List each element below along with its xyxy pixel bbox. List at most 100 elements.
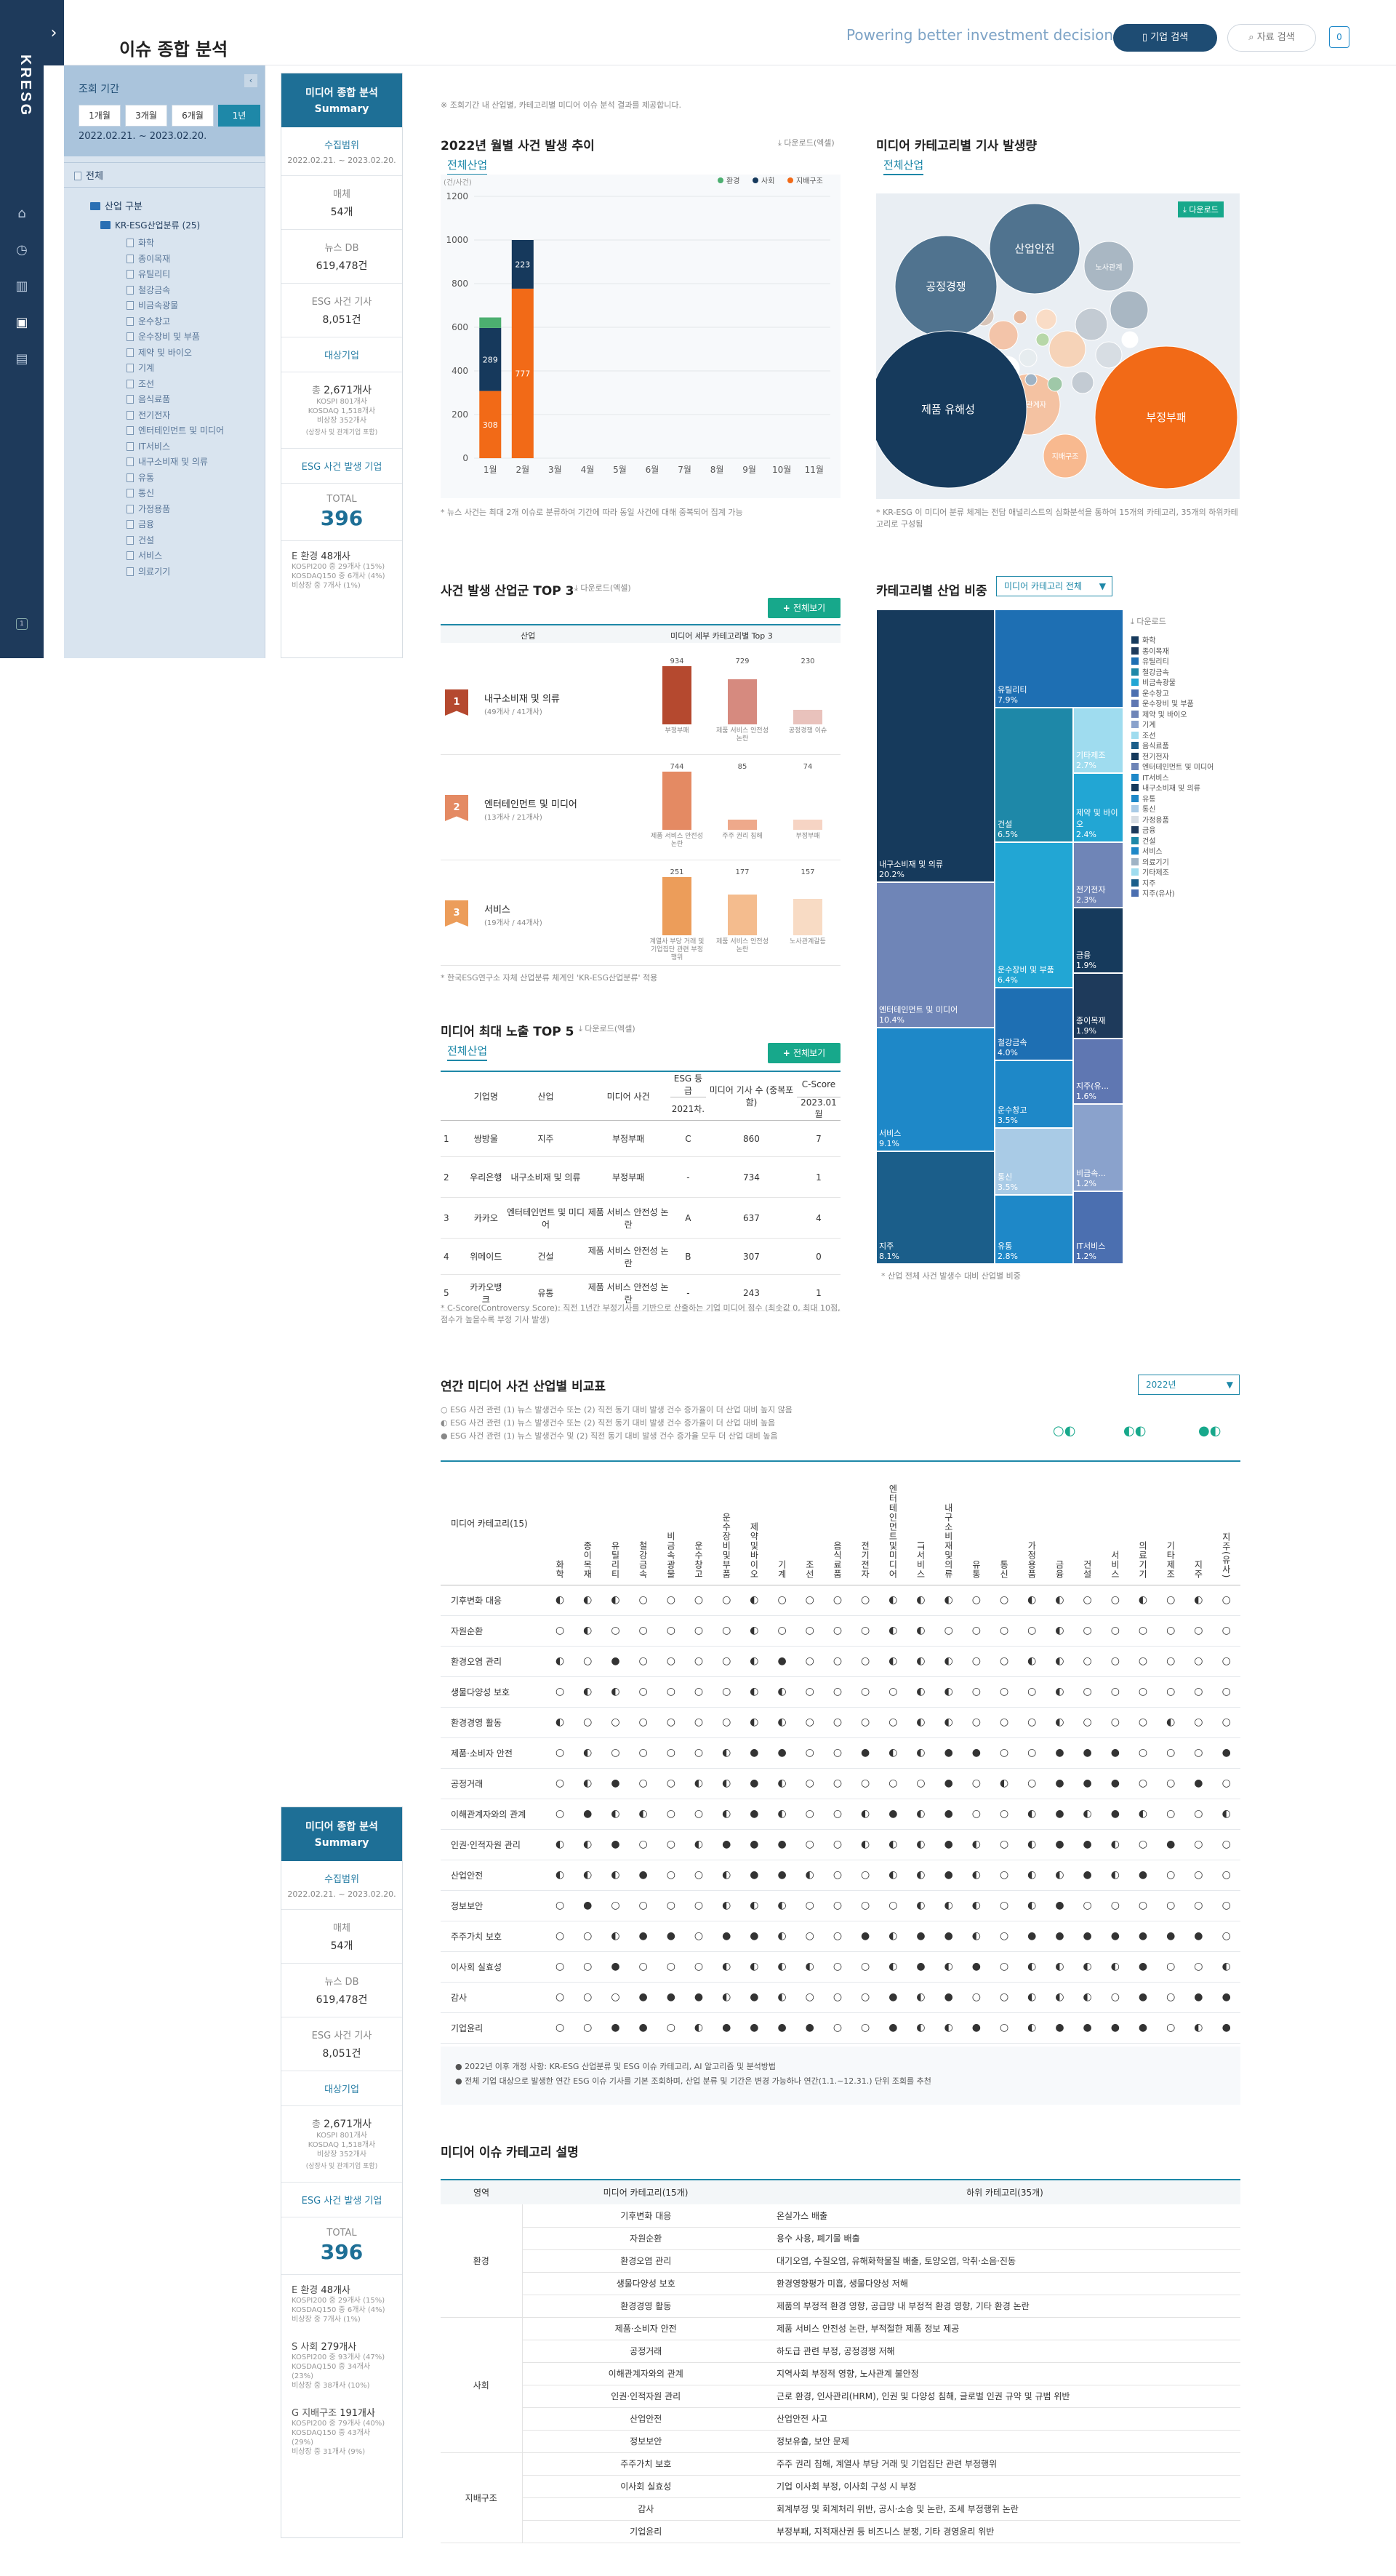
matrix-cell[interactable]: ○ — [768, 1615, 796, 1647]
matrix-cell[interactable]: ○ — [795, 1676, 824, 1708]
matrix-cell[interactable]: ◐ — [740, 1676, 769, 1708]
matrix-cell[interactable]: ○ — [1157, 1799, 1185, 1830]
matrix-cell[interactable]: ○ — [629, 1707, 657, 1738]
category-bubble[interactable] — [1019, 348, 1038, 367]
matrix-cell[interactable]: ◐ — [740, 1890, 769, 1921]
matrix-cell[interactable]: ● — [934, 1829, 963, 1860]
matrix-cell[interactable]: ○ — [851, 1951, 880, 1983]
matrix-cell[interactable]: ○ — [851, 1982, 880, 2013]
matrix-cell[interactable]: ● — [574, 1799, 602, 1830]
category-bubble[interactable] — [1071, 371, 1094, 394]
matrix-cell[interactable]: ◐ — [1101, 1951, 1129, 1983]
matrix-cell[interactable]: ○ — [1184, 1890, 1213, 1921]
matrix-cell[interactable]: ○ — [795, 1799, 824, 1830]
matrix-cell[interactable]: ● — [1157, 1921, 1185, 1952]
matrix-cell[interactable]: ● — [879, 1799, 907, 1830]
matrix-cell[interactable]: ○ — [962, 1585, 990, 1616]
matrix-cell[interactable]: ○ — [990, 1799, 1019, 1830]
treemap-cell[interactable]: 건설 6.5% — [995, 708, 1073, 842]
top3-bar[interactable] — [728, 679, 757, 724]
matrix-cell[interactable]: ● — [1101, 1921, 1129, 1952]
matrix-cell[interactable]: ◐ — [907, 1799, 935, 1830]
matrix-cell[interactable]: ◐ — [907, 1676, 935, 1708]
top5-row[interactable]: 4 위메이드 건설 제품 서비스 안전성 논란 B 307 0 — [441, 1238, 841, 1275]
company-search-button[interactable]: ▯ 기업 검색 — [1113, 24, 1217, 52]
category-bubble[interactable] — [1110, 290, 1149, 329]
tree-all[interactable]: 전체 — [74, 168, 265, 182]
top3-bar[interactable] — [728, 894, 757, 935]
matrix-cell[interactable]: ● — [740, 1829, 769, 1860]
matrix-cell[interactable]: ○ — [546, 1615, 574, 1647]
matrix-cell[interactable]: ○ — [657, 1646, 685, 1677]
top5-tab-all[interactable]: 전체산업 — [447, 1043, 488, 1061]
matrix-cell[interactable]: ◐ — [907, 1860, 935, 1891]
top5-row[interactable]: 3 카카오 엔터테인먼트 및 미디어 제품 서비스 안전성 논란 A 637 4 — [441, 1197, 841, 1239]
matrix-cell[interactable]: ◐ — [713, 1951, 741, 1983]
matrix-cell[interactable]: ○ — [990, 1676, 1019, 1708]
matrix-cell[interactable]: ○ — [990, 1951, 1019, 1983]
matrix-cell[interactable]: ○ — [713, 1585, 741, 1616]
matrix-cell[interactable]: ○ — [795, 1982, 824, 2013]
matrix-cell[interactable]: ● — [684, 1982, 713, 2013]
matrix-cell[interactable]: ◐ — [1018, 1860, 1046, 1891]
matrix-cell[interactable]: ○ — [546, 1951, 574, 1983]
matrix-cell[interactable]: ● — [768, 1829, 796, 1860]
treemap-cell[interactable]: 지주 8.1% — [876, 1151, 995, 1264]
matrix-cell[interactable]: ● — [1128, 1951, 1158, 1983]
matrix-cell[interactable]: ● — [879, 1982, 907, 2013]
matrix-cell[interactable]: ◐ — [1073, 1799, 1102, 1830]
treemap-cell[interactable]: 금융 1.9% — [1073, 908, 1123, 973]
matrix-cell[interactable]: ○ — [823, 1615, 852, 1647]
matrix-cell[interactable]: ○ — [1212, 1707, 1240, 1738]
treemap-cell[interactable]: 제약 및 바이오 2.4% — [1073, 773, 1123, 842]
matrix-cell[interactable]: ○ — [629, 1646, 657, 1677]
matrix-cell[interactable]: ◐ — [1101, 1829, 1129, 1860]
matrix-cell[interactable]: ○ — [629, 1615, 657, 1647]
matrix-cell[interactable]: ● — [740, 1799, 769, 1830]
matrix-cell[interactable]: ○ — [795, 1707, 824, 1738]
matrix-cell[interactable]: ○ — [684, 1951, 713, 1983]
matrix-cell[interactable]: ○ — [823, 1585, 852, 1616]
treemap-download-button[interactable]: 다운로드 — [1131, 615, 1166, 627]
matrix-cell[interactable]: ○ — [1018, 1615, 1046, 1647]
matrix-cell[interactable]: ○ — [1128, 1737, 1158, 1769]
period-1m[interactable]: 1개월 — [79, 105, 121, 127]
matrix-cell[interactable]: ● — [1101, 1768, 1129, 1799]
matrix-cell[interactable]: ● — [713, 1921, 741, 1952]
matrix-cell[interactable]: ○ — [1128, 1615, 1158, 1647]
matrix-cell[interactable]: ○ — [684, 1585, 713, 1616]
matrix-cell[interactable]: ○ — [1157, 1890, 1185, 1921]
matrix-cell[interactable]: ● — [629, 1982, 657, 2013]
matrix-cell[interactable]: ○ — [1073, 1615, 1102, 1647]
matrix-cell[interactable]: ○ — [657, 1829, 685, 1860]
matrix-cell[interactable]: ○ — [795, 1890, 824, 1921]
treemap-cell[interactable]: 내구소비재 및 의류 20.2% — [876, 609, 995, 882]
matrix-cell[interactable]: ◐ — [1046, 1615, 1074, 1647]
treemap-cell[interactable]: 종이목재 1.9% — [1073, 973, 1123, 1039]
matrix-cell[interactable]: ○ — [795, 1768, 824, 1799]
matrix-cell[interactable]: ○ — [823, 1982, 852, 2013]
treemap-cell[interactable]: IT서비스 1.2% — [1073, 1191, 1123, 1264]
matrix-cell[interactable]: ○ — [657, 1585, 685, 1616]
matrix-cell[interactable]: ○ — [1184, 1707, 1213, 1738]
matrix-cell[interactable]: ○ — [1101, 1585, 1129, 1616]
matrix-cell[interactable]: ◐ — [768, 1951, 796, 1983]
top3-view-all-button[interactable]: 전체보기 — [768, 598, 841, 618]
matrix-cell[interactable]: ● — [1101, 1799, 1129, 1830]
matrix-cell[interactable]: ○ — [851, 1768, 880, 1799]
matrix-cell[interactable]: ○ — [1128, 1890, 1158, 1921]
matrix-cell[interactable]: ○ — [795, 1646, 824, 1677]
matrix-cell[interactable]: ◐ — [907, 1646, 935, 1677]
matrix-cell[interactable]: ○ — [1073, 1646, 1102, 1677]
matrix-cell[interactable]: ◐ — [601, 1921, 630, 1952]
matrix-cell[interactable]: ○ — [962, 1646, 990, 1677]
matrix-cell[interactable]: ○ — [907, 1768, 935, 1799]
matrix-cell[interactable]: ◐ — [962, 1890, 990, 1921]
treemap-cell[interactable]: 전기전자 2.3% — [1073, 842, 1123, 908]
matrix-cell[interactable]: ◐ — [1046, 1707, 1074, 1738]
bubble-tab-all[interactable]: 전체산업 — [883, 157, 924, 175]
matrix-cell[interactable]: ◐ — [934, 1951, 963, 1983]
matrix-cell[interactable]: ● — [1128, 1982, 1158, 2013]
treemap-cell[interactable]: 유통 2.8% — [995, 1195, 1073, 1264]
matrix-cell[interactable]: ○ — [1212, 1768, 1240, 1799]
